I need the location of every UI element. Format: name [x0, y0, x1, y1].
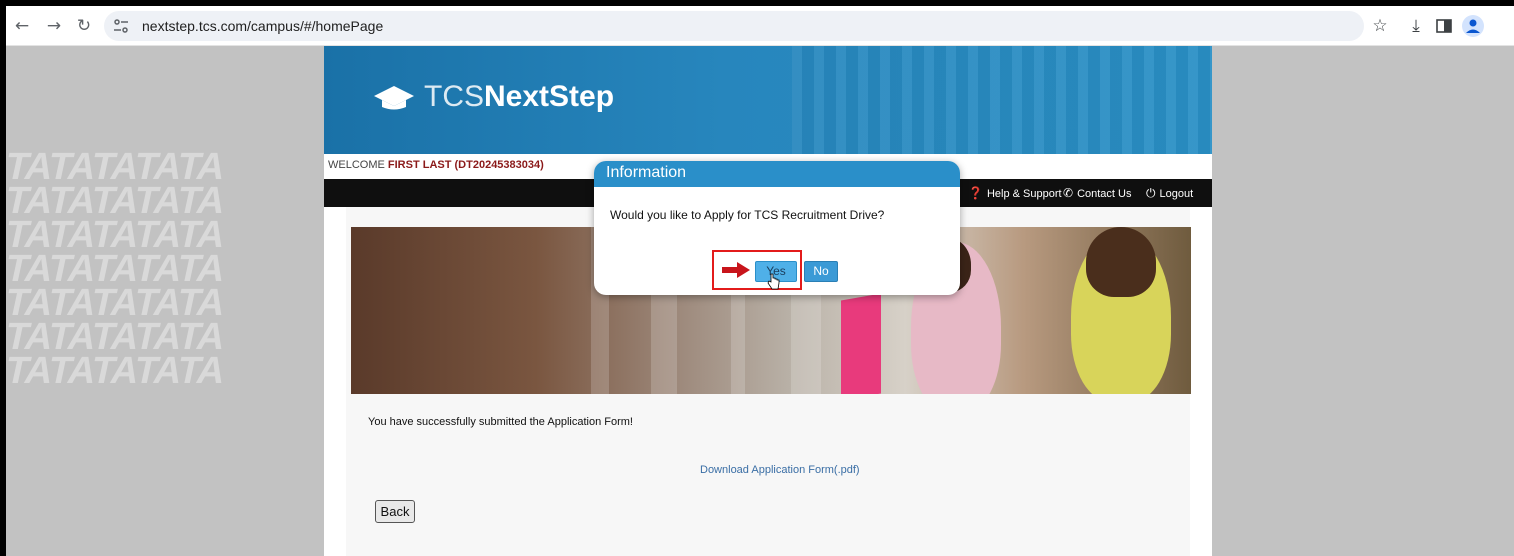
profile-icon[interactable]	[1462, 15, 1484, 37]
help-icon: ❓	[968, 186, 983, 200]
browser-window: ← → ↻ nextstep.tcs.com/campus/#/homePage…	[6, 6, 1514, 556]
success-message: You have successfully submitted the Appl…	[368, 416, 633, 428]
site-container: TCSNextStep WELCOME FIRST LAST (DT202453…	[324, 46, 1212, 556]
contact-us-link[interactable]: ✆ Contact Us	[1063, 186, 1131, 200]
banner-pattern	[792, 46, 1212, 154]
bookmark-star-icon[interactable]: ☆	[1368, 14, 1392, 38]
logout-link[interactable]: ⏻ Logout	[1146, 186, 1193, 201]
information-dialog: Information Would you like to Apply for …	[594, 161, 960, 295]
no-button[interactable]: No	[804, 261, 838, 282]
user-name: FIRST LAST (DT20245383034)	[387, 159, 544, 171]
tata-background-pattern: TATATATATA TATATATATA TATATATATA TATATAT…	[6, 150, 229, 390]
back-icon[interactable]: ←	[10, 14, 34, 38]
browser-toolbar: ← → ↻ nextstep.tcs.com/campus/#/homePage…	[6, 6, 1514, 46]
back-button[interactable]: Back	[375, 500, 415, 523]
help-support-link[interactable]: ❓ Help & Support	[968, 186, 1062, 200]
reload-icon[interactable]: ↻	[72, 14, 96, 38]
phone-icon: ✆	[1063, 186, 1074, 200]
tcs-nextstep-logo[interactable]: TCSNextStep	[424, 80, 614, 114]
header-banner: TCSNextStep	[324, 46, 1212, 154]
side-panel-icon[interactable]	[1432, 14, 1456, 38]
site-settings-icon[interactable]	[112, 18, 130, 34]
red-arrow-icon	[722, 262, 750, 278]
dialog-title: Information	[606, 164, 687, 181]
download-icon[interactable]: ⤓	[1404, 14, 1428, 38]
page-viewport: TATATATATA TATATATATA TATATATATA TATATAT…	[6, 46, 1514, 556]
download-application-link[interactable]: Download Application Form(.pdf)	[700, 464, 860, 476]
graduation-cap-icon	[374, 86, 414, 110]
forward-icon[interactable]: →	[42, 14, 66, 38]
welcome-text: WELCOME FIRST LAST (DT20245383034)	[328, 159, 544, 171]
dialog-message: Would you like to Apply for TCS Recruitm…	[610, 208, 885, 222]
address-bar[interactable]: nextstep.tcs.com/campus/#/homePage	[104, 11, 1364, 41]
hand-cursor-icon	[767, 273, 780, 290]
power-icon: ⏻	[1146, 186, 1156, 200]
url-text[interactable]: nextstep.tcs.com/campus/#/homePage	[142, 18, 383, 34]
dialog-header: Information	[594, 161, 960, 187]
